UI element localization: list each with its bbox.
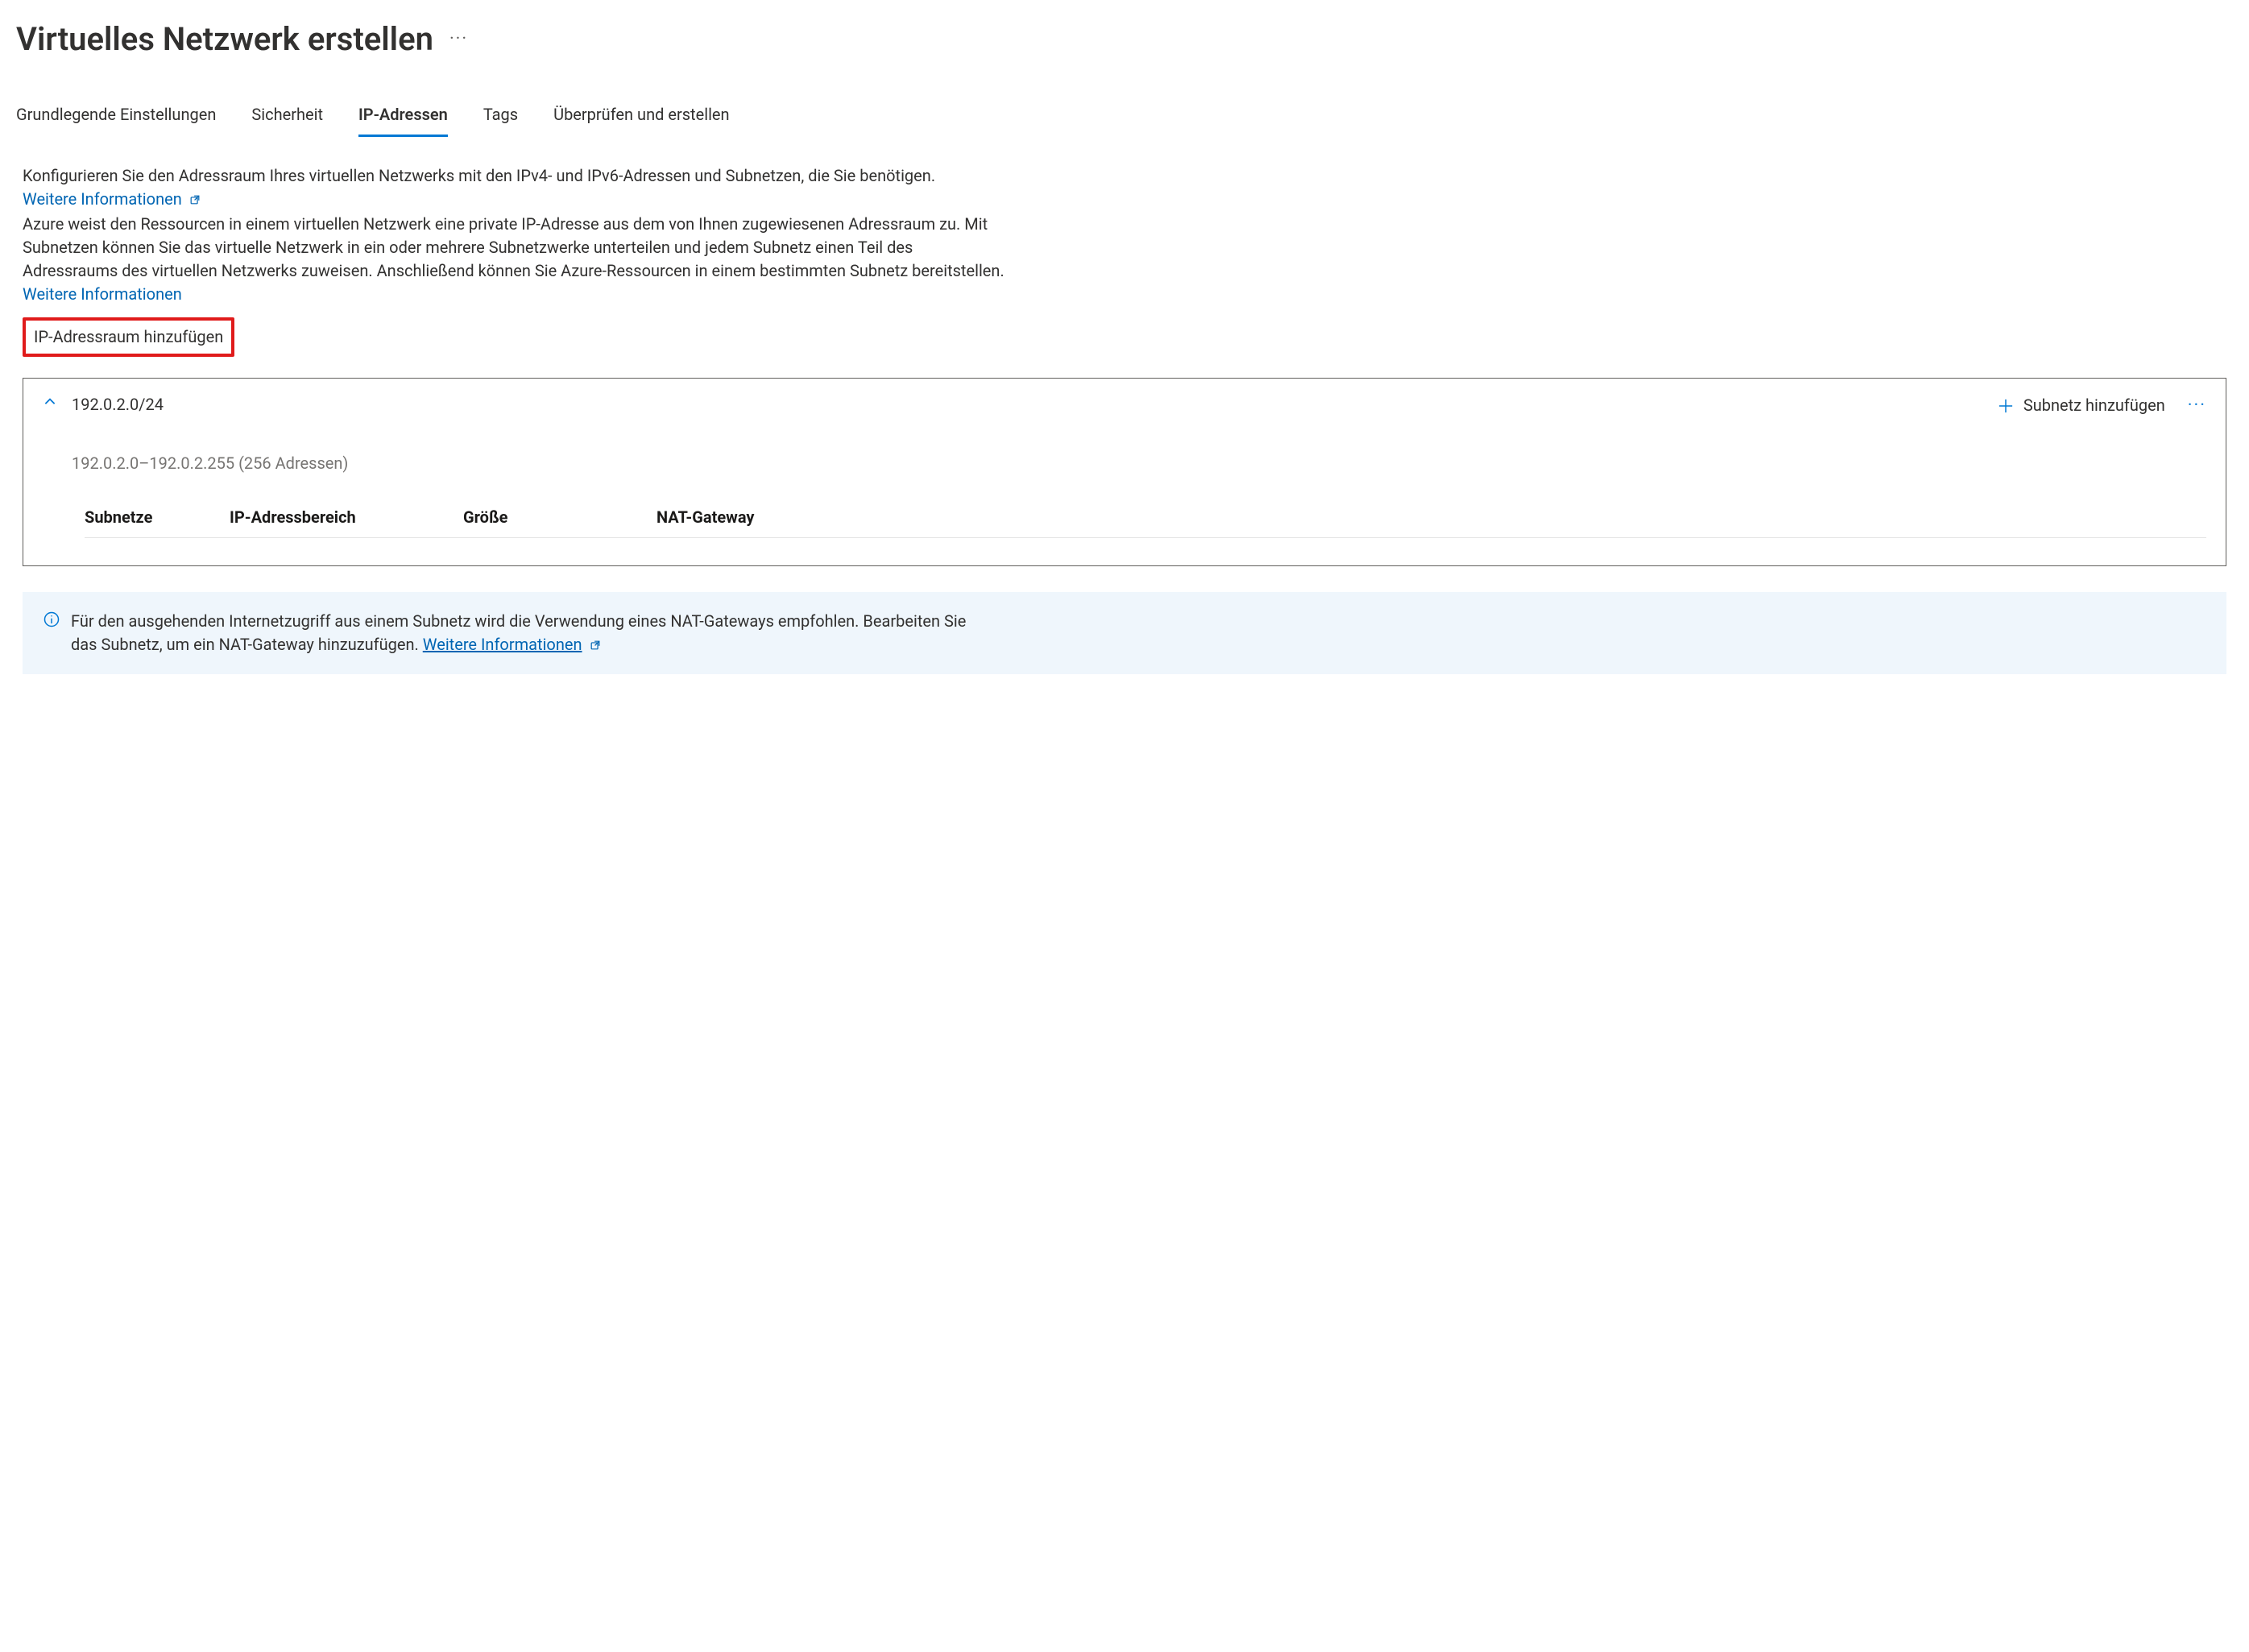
page-title: Virtuelles Netzwerk erstellen [16, 16, 433, 63]
header-more-icon[interactable]: ··· [449, 27, 468, 52]
description-text-1: Konfigurieren Sie den Adressraum Ihres v… [23, 166, 935, 185]
address-space-more-icon[interactable]: ··· [2188, 393, 2206, 419]
external-link-icon [590, 640, 601, 651]
learn-more-link-2[interactable]: Weitere Informationen [23, 284, 182, 304]
address-space-cidr: 192.0.2.0/24 [72, 393, 348, 416]
wizard-tabs: Grundlegende Einstellungen Sicherheit IP… [16, 103, 2233, 137]
col-header-subnets: Subnetze [85, 506, 230, 529]
description-block: Konfigurieren Sie den Adressraum Ihres v… [23, 164, 1005, 306]
plus-icon [1998, 398, 2014, 414]
learn-more-link-1[interactable]: Weitere Informationen [23, 189, 201, 209]
add-ip-space-button[interactable]: IP-Adressraum hinzufügen [23, 317, 234, 357]
description-text-2: Azure weist den Ressourcen in einem virt… [23, 214, 1004, 280]
add-subnet-button[interactable]: Subnetz hinzufügen [1998, 394, 2165, 417]
tab-tags[interactable]: Tags [483, 103, 518, 137]
address-space-range: 192.0.2.0–192.0.2.255 (256 Adressen) [72, 452, 348, 475]
nat-learn-more-label: Weitere Informationen [423, 635, 582, 654]
tab-ip-addresses[interactable]: IP-Adressen [358, 103, 448, 137]
col-header-size: Größe [463, 506, 656, 529]
info-icon [43, 611, 60, 627]
chevron-up-icon[interactable] [43, 393, 57, 409]
external-link-icon [189, 194, 201, 205]
tab-basic-settings[interactable]: Grundlegende Einstellungen [16, 103, 216, 137]
col-header-nat-gateway: NAT-Gateway [656, 506, 898, 529]
nat-info-box: Für den ausgehenden Internetzugriff aus … [23, 592, 2226, 674]
subnet-table: Subnetze IP-Adressbereich Größe NAT-Gate… [85, 506, 2206, 538]
tab-security[interactable]: Sicherheit [251, 103, 323, 137]
tab-review-create[interactable]: Überprüfen und erstellen [553, 103, 730, 137]
learn-more-label-1: Weitere Informationen [23, 189, 182, 209]
nat-learn-more-link[interactable]: Weitere Informationen [423, 635, 582, 654]
col-header-ip-range: IP-Adressbereich [230, 506, 463, 529]
ip-address-space-panel: 192.0.2.0/24 192.0.2.0–192.0.2.255 (256 … [23, 378, 2226, 566]
add-subnet-label: Subnetz hinzufügen [2023, 394, 2165, 417]
